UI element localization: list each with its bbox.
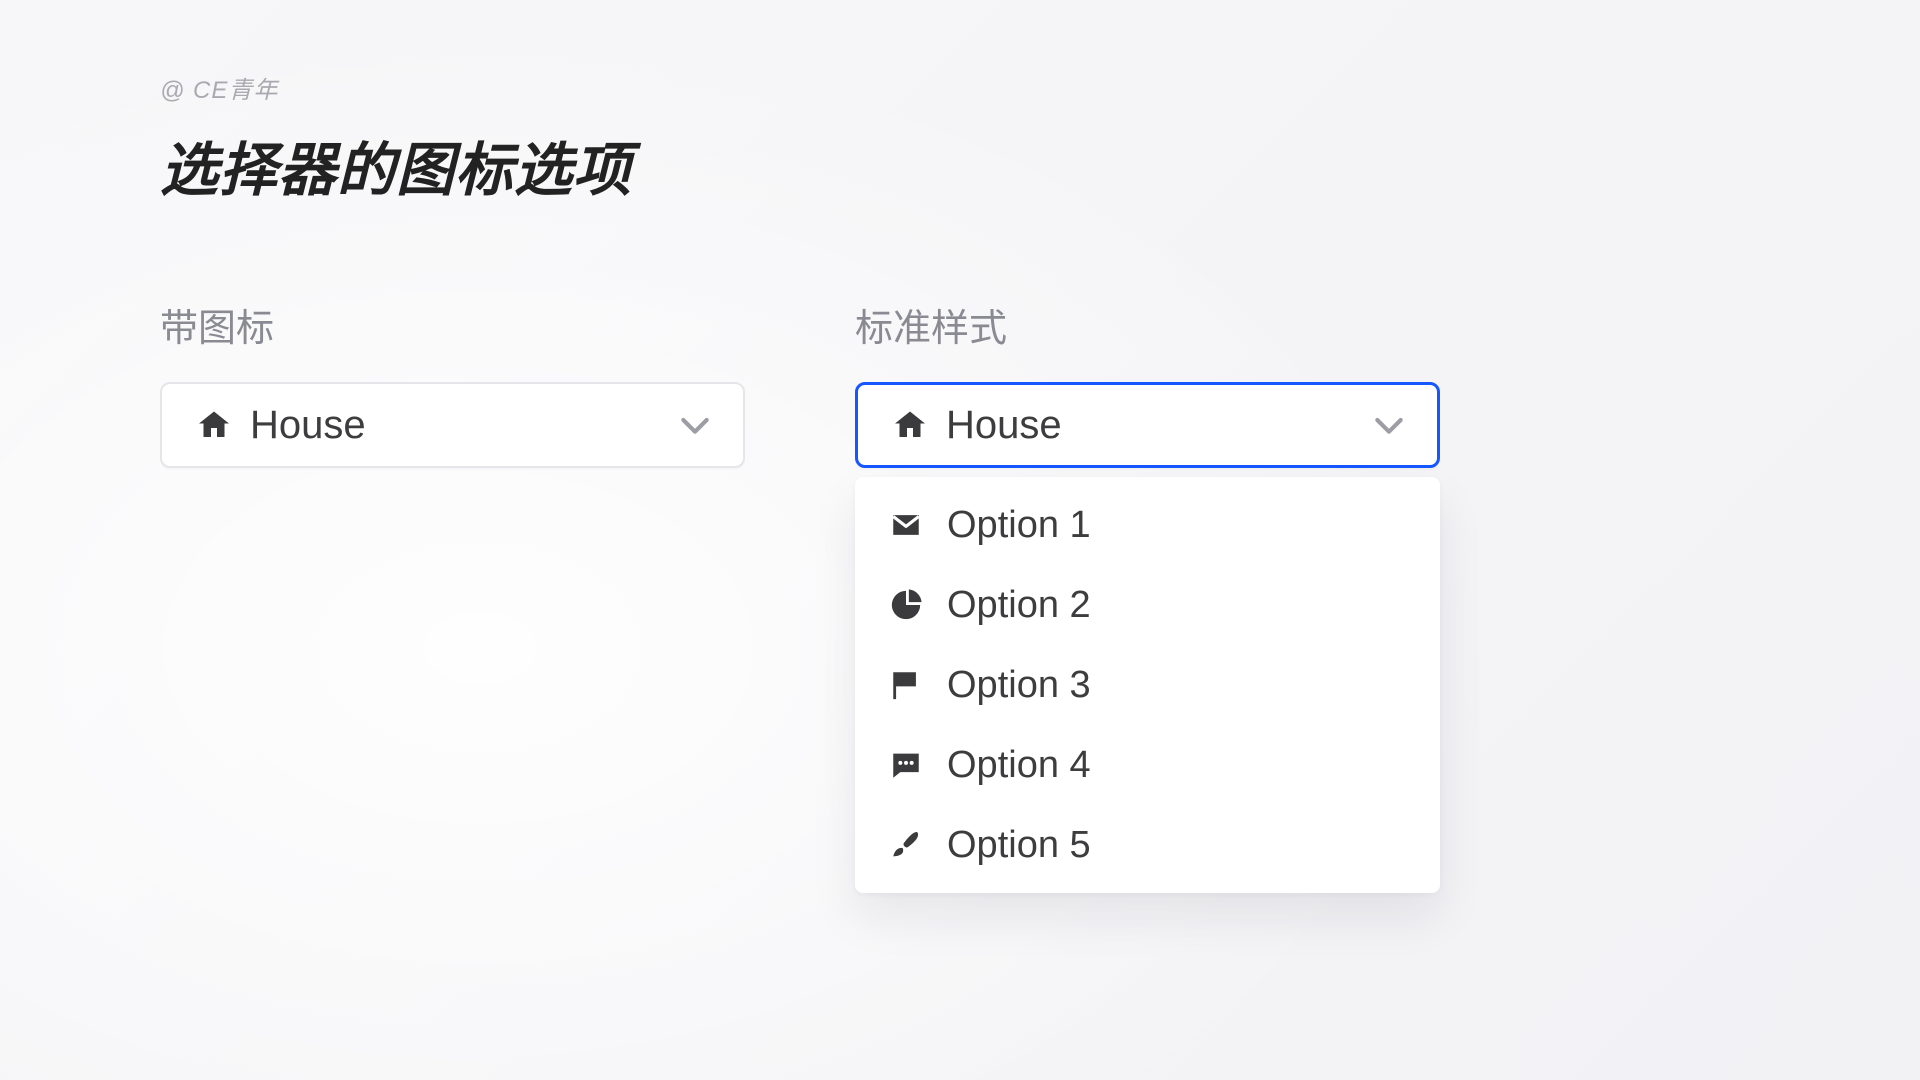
select-standard[interactable]: House <box>855 382 1440 468</box>
message-icon <box>889 748 923 782</box>
option-label: Option 5 <box>947 824 1091 867</box>
option-5[interactable]: Option 5 <box>855 805 1440 885</box>
chevron-down-icon <box>1369 405 1409 445</box>
select-standard-value: House <box>946 403 1369 448</box>
flag-icon <box>889 668 923 702</box>
house-icon <box>892 407 928 443</box>
option-3[interactable]: Option 3 <box>855 645 1440 725</box>
chevron-down-icon <box>675 405 715 445</box>
subtitle-with-icon: 带图标 <box>160 297 745 352</box>
column-standard: 标准样式 House Option 1 Option 2 <box>855 297 1440 468</box>
subtitle-standard: 标准样式 <box>855 297 1440 352</box>
option-1[interactable]: Option 1 <box>855 485 1440 565</box>
option-label: Option 3 <box>947 664 1091 707</box>
option-label: Option 2 <box>947 584 1091 627</box>
house-icon <box>196 407 232 443</box>
mail-icon <box>889 508 923 542</box>
dropdown-panel: Option 1 Option 2 Option 3 Option 4 Opti… <box>855 477 1440 893</box>
select-with-icon-value: House <box>250 403 675 448</box>
option-4[interactable]: Option 4 <box>855 725 1440 805</box>
column-with-icon: 带图标 House <box>160 297 745 468</box>
select-with-icon[interactable]: House <box>160 382 745 468</box>
option-2[interactable]: Option 2 <box>855 565 1440 645</box>
option-label: Option 1 <box>947 504 1091 547</box>
chart-icon <box>889 588 923 622</box>
brush-icon <box>889 828 923 862</box>
option-label: Option 4 <box>947 744 1091 787</box>
